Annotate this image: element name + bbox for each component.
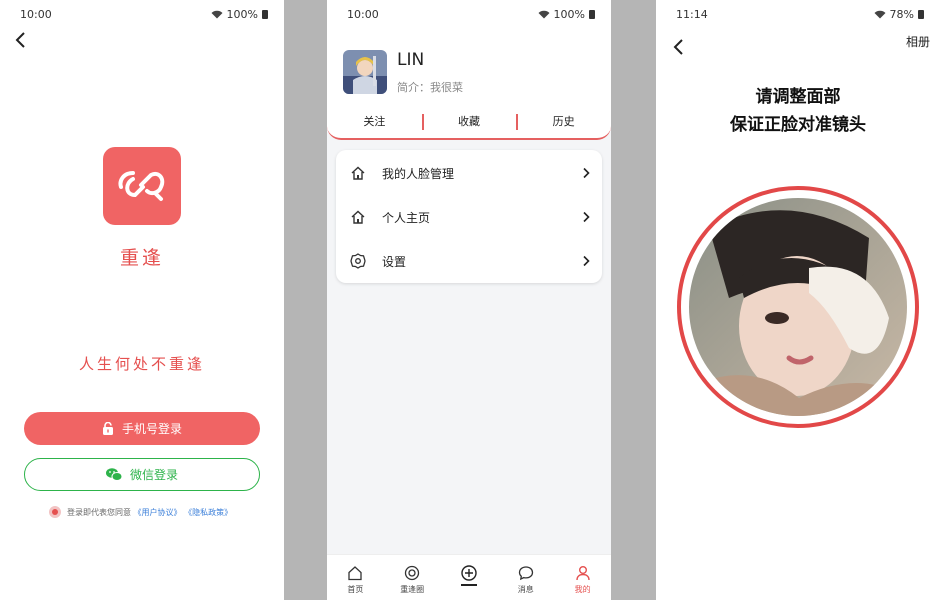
battery-percent: 100% bbox=[553, 8, 585, 21]
tab-favorites[interactable]: 收藏 bbox=[421, 113, 517, 131]
privacy-policy-link[interactable]: 《隐私政策》 bbox=[184, 508, 232, 517]
unlock-icon bbox=[102, 422, 113, 435]
username: LIN bbox=[397, 50, 425, 70]
tabbar-item-add[interactable] bbox=[441, 555, 498, 600]
menu-item-label: 我的人脸管理 bbox=[382, 166, 455, 181]
face-capture-ring bbox=[677, 186, 919, 428]
instruction-line-2: 保证正脸对准镜头 bbox=[730, 115, 866, 135]
circle-icon bbox=[405, 565, 420, 581]
tabbar-item-mine[interactable]: 我的 bbox=[554, 555, 611, 600]
menu-item-homepage[interactable]: 个人主页 bbox=[336, 202, 602, 232]
face-capture-screen: 11:14 78% 相册 请调整面部 保证正脸对准镜头 bbox=[656, 0, 940, 600]
user-icon bbox=[575, 566, 590, 581]
tabbar-label: 首页 bbox=[347, 585, 364, 594]
chevron-right-icon bbox=[583, 255, 590, 267]
agreement-prefix: 登录即代表您同意 bbox=[67, 507, 131, 517]
chat-icon bbox=[518, 566, 533, 581]
status-bar: 10:00 100% bbox=[327, 0, 611, 28]
wechat-login-label: 微信登录 bbox=[129, 468, 178, 482]
home-icon bbox=[351, 210, 365, 224]
tabbar-item-messages[interactable]: 消息 bbox=[497, 555, 554, 600]
tabbar-item-circle[interactable]: 重逢圈 bbox=[384, 555, 441, 600]
battery-icon bbox=[262, 10, 268, 19]
back-arrow-icon[interactable] bbox=[14, 31, 28, 49]
profile-screen: 10:00 100% LIN 简介：我很菜 关注 收藏 历史 我的人脸管理 个人… bbox=[327, 0, 611, 600]
instruction-line-1: 请调整面部 bbox=[755, 87, 841, 107]
wifi-icon bbox=[874, 10, 886, 19]
status-time: 10:00 bbox=[20, 8, 52, 21]
profile-tabs: 关注 收藏 历史 bbox=[327, 113, 611, 131]
add-underline bbox=[460, 584, 477, 586]
wechat-login-button[interactable]: 微信登录 bbox=[24, 458, 260, 491]
status-bar: 11:14 78% bbox=[656, 0, 940, 28]
battery-icon bbox=[918, 10, 924, 19]
plus-icon bbox=[461, 565, 477, 581]
app-name: 重逢 bbox=[119, 247, 164, 269]
battery-percent: 100% bbox=[226, 8, 258, 21]
back-arrow-icon[interactable] bbox=[672, 38, 686, 56]
status-time: 10:00 bbox=[347, 8, 379, 21]
user-agreement-link[interactable]: 《用户协议》 bbox=[134, 508, 182, 517]
menu-item-label: 设置 bbox=[382, 254, 407, 269]
face-instruction: 请调整面部 保证正脸对准镜头 bbox=[656, 83, 940, 139]
slogan: 人生何处不重逢 bbox=[78, 355, 205, 373]
menu-card: 我的人脸管理 个人主页 设置 bbox=[336, 150, 602, 283]
home-icon bbox=[348, 566, 363, 581]
album-button[interactable]: 相册 bbox=[906, 33, 930, 50]
app-logo bbox=[103, 147, 181, 225]
wifi-icon bbox=[538, 10, 550, 19]
menu-item-settings[interactable]: 设置 bbox=[336, 246, 602, 276]
agree-radio[interactable] bbox=[49, 506, 61, 518]
tab-follow[interactable]: 关注 bbox=[327, 113, 422, 131]
menu-item-label: 个人主页 bbox=[382, 210, 431, 225]
wechat-icon bbox=[105, 468, 122, 481]
wifi-icon bbox=[211, 10, 223, 19]
status-time: 11:14 bbox=[676, 8, 708, 21]
chevron-right-icon bbox=[583, 167, 590, 179]
battery-icon bbox=[589, 10, 595, 19]
avatar[interactable] bbox=[343, 50, 387, 94]
tabbar-label: 重逢圈 bbox=[400, 585, 425, 594]
bottom-tab-bar: 首页 重逢圈 消息 我的 bbox=[327, 554, 611, 600]
battery-percent: 78% bbox=[889, 8, 914, 21]
user-bio: 简介：我很菜 bbox=[397, 81, 463, 94]
face-preview bbox=[689, 198, 907, 416]
tab-history[interactable]: 历史 bbox=[516, 113, 611, 131]
phone-login-label: 手机号登录 bbox=[121, 422, 182, 436]
home-icon bbox=[351, 166, 365, 180]
menu-item-face-management[interactable]: 我的人脸管理 bbox=[336, 158, 602, 188]
tabbar-item-home[interactable]: 首页 bbox=[327, 555, 384, 600]
gear-icon bbox=[350, 253, 366, 269]
profile-header: 10:00 100% LIN 简介：我很菜 关注 收藏 历史 bbox=[327, 0, 611, 140]
login-screen: 10:00 100% 重逢 人生何处不重逢 手机号登录 微信登录 登录即代表您同… bbox=[0, 0, 284, 600]
chevron-right-icon bbox=[583, 211, 590, 223]
status-bar: 10:00 100% bbox=[0, 0, 284, 28]
tabbar-label: 消息 bbox=[517, 585, 534, 594]
tabbar-label: 我的 bbox=[574, 585, 591, 594]
agreement-row: 登录即代表您同意 《用户协议》 《隐私政策》 bbox=[49, 506, 232, 518]
phone-login-button[interactable]: 手机号登录 bbox=[24, 412, 260, 445]
